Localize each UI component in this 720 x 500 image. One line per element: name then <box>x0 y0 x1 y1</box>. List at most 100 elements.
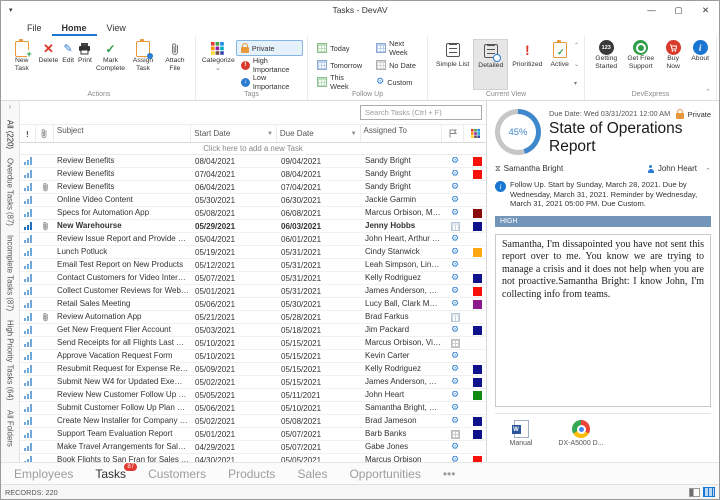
task-row[interactable]: Support Team Evaluation Report05/01/2021… <box>20 428 486 441</box>
gear-flag-icon[interactable]: ⚙ <box>444 287 466 296</box>
prioritized-view-button[interactable]: ! Prioritized <box>508 39 546 90</box>
subject-column-header[interactable]: Subject <box>54 125 191 142</box>
get-free-support-button[interactable]: Get Free Support <box>624 39 659 90</box>
gear-flag-icon[interactable]: ⚙ <box>444 248 466 257</box>
priority-column-header[interactable]: ! <box>20 125 36 142</box>
task-row[interactable]: New Warehourse05/29/202106/03/2021Jenny … <box>20 220 486 233</box>
active-view-button[interactable]: ✓ Active <box>546 39 573 90</box>
gear-flag-icon[interactable]: ⚙ <box>444 378 466 387</box>
buy-now-button[interactable]: Buy Now <box>658 39 688 90</box>
gear-flag-icon[interactable]: ⚙ <box>444 300 466 309</box>
task-row[interactable]: Review Benefits06/04/202107/04/2021Sandy… <box>20 181 486 194</box>
next-week-button[interactable]: Next Week <box>371 40 423 56</box>
simple-list-view-button[interactable]: Simple List <box>432 39 473 90</box>
gear-flag-icon[interactable]: ⚙ <box>444 183 466 192</box>
gear-flag-icon[interactable]: ⚙ <box>444 417 466 426</box>
delete-button[interactable]: ✕ Delete <box>37 39 61 90</box>
gear-flag-icon[interactable]: ⚙ <box>444 261 466 270</box>
task-row[interactable]: Review Benefits07/04/202108/04/2021Sandy… <box>20 168 486 181</box>
task-row[interactable]: Specs for Automation App05/08/202106/08/… <box>20 207 486 220</box>
print-button[interactable]: Print <box>76 39 94 90</box>
sidebar-tab[interactable]: All (220) <box>6 120 15 149</box>
gear-flag-icon[interactable]: ⚙ <box>444 196 466 205</box>
tab-view[interactable]: View <box>97 23 136 36</box>
sidebar-expand-chevron[interactable]: › <box>9 104 11 111</box>
task-row[interactable]: Get New Frequent Flier Account05/03/2021… <box>20 324 486 337</box>
task-row[interactable]: Submit New W4 for Updated Exemptions05/0… <box>20 376 486 389</box>
getting-started-button[interactable]: 123 Getting Started <box>589 39 624 90</box>
task-row[interactable]: Online Video Content05/30/202106/30/2021… <box>20 194 486 207</box>
gear-flag-icon[interactable]: ⚙ <box>444 352 466 361</box>
private-button[interactable]: Private <box>236 40 303 56</box>
gear-flag-icon[interactable]: ⚙ <box>444 274 466 283</box>
task-row[interactable]: Collect Customer Reviews for Website05/0… <box>20 285 486 298</box>
gear-flag-icon[interactable]: ⚙ <box>444 235 466 244</box>
module-nav-item[interactable]: Tasks87 <box>84 467 137 481</box>
close-button[interactable]: ✕ <box>692 1 719 19</box>
calendar-flag-icon[interactable] <box>444 222 466 231</box>
tab-home[interactable]: Home <box>52 23 97 36</box>
due-date-column-header[interactable]: Due Date▼ <box>277 125 361 142</box>
gallery-scroll-buttons[interactable]: ⌃⌄▾ <box>573 39 580 90</box>
sidebar-tab[interactable]: Incomplete Tasks (87) <box>6 235 15 311</box>
task-row[interactable]: Send Receipts for all Flights Last Month… <box>20 337 486 350</box>
gear-flag-icon[interactable]: ⚙ <box>444 170 466 179</box>
categorize-button[interactable]: Categorize ⌄ <box>200 39 236 90</box>
flag-column-header[interactable] <box>442 125 464 142</box>
task-row[interactable]: Review Benefits08/04/202109/04/2021Sandy… <box>20 155 486 168</box>
task-row[interactable]: Retail Sales Meeting05/06/202105/30/2021… <box>20 298 486 311</box>
grid-flag-icon[interactable] <box>444 339 466 348</box>
new-task-row[interactable]: Click here to add a new Task <box>20 143 486 155</box>
calendar-flag-icon[interactable] <box>444 313 466 322</box>
no-date-button[interactable]: No Date <box>371 57 423 73</box>
attachment-item[interactable]: DX-A5000 D... <box>557 420 605 458</box>
module-nav-item[interactable]: Products <box>217 467 286 481</box>
app-icon[interactable]: ▾ <box>9 6 13 14</box>
module-nav-item[interactable]: Opportunities <box>338 467 431 481</box>
minimize-button[interactable]: — <box>638 1 665 19</box>
detailed-view-button[interactable]: Detailed <box>473 39 508 90</box>
search-input[interactable] <box>360 105 482 120</box>
attachment-column-header[interactable] <box>36 125 54 142</box>
sidebar-tab[interactable]: High Priority Tasks (64) <box>6 320 15 400</box>
gear-flag-icon[interactable]: ⚙ <box>444 157 466 166</box>
detail-collapse-chevron[interactable]: ⌃ <box>705 167 711 175</box>
task-row[interactable]: Approve Vacation Request Form05/10/20210… <box>20 350 486 363</box>
high-importance-button[interactable]: ! High Importance <box>236 57 303 73</box>
task-row[interactable]: Create New Installer for Company Wide Ap… <box>20 415 486 428</box>
task-row[interactable]: Book Flights to San Fran for Sales Trip0… <box>20 454 486 462</box>
grid-flag-icon[interactable] <box>444 430 466 439</box>
assign-task-button[interactable]: Assign Task <box>127 39 159 90</box>
module-nav-item[interactable]: Employees <box>3 467 84 481</box>
tab-file[interactable]: File <box>17 23 52 36</box>
gear-flag-icon[interactable]: ⚙ <box>444 365 466 374</box>
gear-flag-icon[interactable]: ⚙ <box>444 391 466 400</box>
task-row[interactable]: Resubmit Request for Expense Reimburseme… <box>20 363 486 376</box>
gear-flag-icon[interactable]: ⚙ <box>444 443 466 452</box>
module-nav-item[interactable]: ••• <box>432 467 467 481</box>
sidebar-tab[interactable]: All Folders <box>6 410 15 447</box>
new-task-button[interactable]: + New Task <box>7 39 37 90</box>
task-row[interactable]: Contact Customers for Video Interviews05… <box>20 272 486 285</box>
custom-button[interactable]: ⚙Custom <box>371 74 423 90</box>
gear-flag-icon[interactable]: ⚙ <box>444 326 466 335</box>
category-column-header[interactable] <box>464 125 486 142</box>
task-message[interactable]: Samantha, I'm dissapointed you have not … <box>495 234 711 407</box>
tomorrow-button[interactable]: Tomorrow <box>312 57 367 73</box>
task-row[interactable]: Make Travel Arrangements for Sales Trip … <box>20 441 486 454</box>
task-row[interactable]: Submit Customer Follow Up Plan Feedback0… <box>20 402 486 415</box>
ribbon-collapse-chevron[interactable]: ⌃ <box>705 88 711 96</box>
module-nav-item[interactable]: Sales <box>286 467 338 481</box>
about-button[interactable]: i About <box>688 39 712 90</box>
attach-file-button[interactable]: Attach File <box>159 39 191 90</box>
today-button[interactable]: Today <box>312 40 367 56</box>
start-date-column-header[interactable]: Start Date▼ <box>191 125 277 142</box>
edit-button[interactable]: ✎ Edit <box>60 39 76 90</box>
task-row[interactable]: Review New Customer Follow Up Plan05/05/… <box>20 389 486 402</box>
reading-pane-toggle-icon[interactable] <box>689 488 700 497</box>
gear-flag-icon[interactable]: ⚙ <box>444 404 466 413</box>
attachment-item[interactable]: Manual <box>497 420 545 458</box>
gear-flag-icon[interactable]: ⚙ <box>444 209 466 218</box>
task-row[interactable]: Review Issue Report and Provide Workarou… <box>20 233 486 246</box>
grid-view-toggle-icon[interactable] <box>703 487 715 497</box>
